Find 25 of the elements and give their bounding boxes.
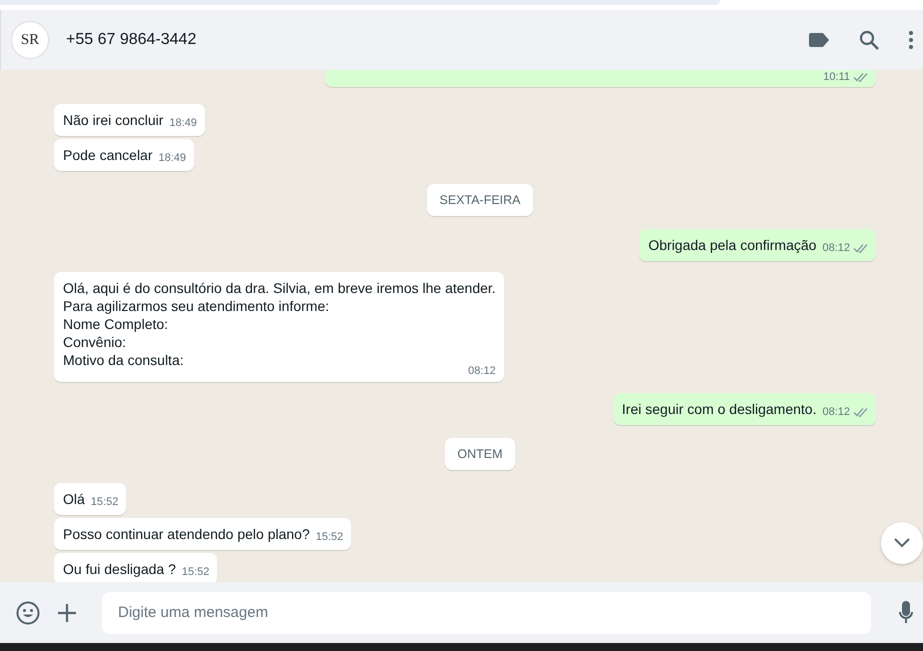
- search-icon[interactable]: [859, 30, 879, 50]
- message-time: 15:52: [182, 565, 210, 580]
- contact-name: +55 67 9864-3442: [66, 31, 196, 49]
- message-time: 15:52: [316, 530, 344, 545]
- plus-icon[interactable]: [58, 604, 76, 622]
- message-text: Irei seguir com o desligamento.: [622, 400, 816, 418]
- message-text: Posso continuar atendendo pelo plano?: [63, 525, 310, 543]
- microphone-icon[interactable]: [899, 600, 913, 624]
- message-time: 10:11: [823, 71, 850, 84]
- message-text: Olá: [63, 490, 85, 508]
- emoji-icon[interactable]: [16, 600, 40, 624]
- chevron-down-icon: [894, 538, 910, 548]
- label-icon[interactable]: [809, 33, 829, 47]
- message-time: 08:12: [822, 241, 850, 256]
- message-text: Obrigada pela confirmação: [648, 236, 816, 254]
- message-text: Pode cancelar: [63, 146, 153, 164]
- menu-icon[interactable]: [909, 31, 913, 49]
- message-time: 08:12: [822, 405, 850, 420]
- message-input[interactable]: Digite uma mensagem: [102, 592, 871, 634]
- message-time: 15:52: [90, 495, 118, 510]
- message-text: Ou fui desligada ?: [63, 560, 176, 578]
- message-time: 18:49: [158, 151, 186, 166]
- message-time: 18:49: [169, 116, 197, 131]
- contact-avatar[interactable]: SR: [11, 21, 49, 59]
- message-text: Não irei concluir: [63, 111, 164, 129]
